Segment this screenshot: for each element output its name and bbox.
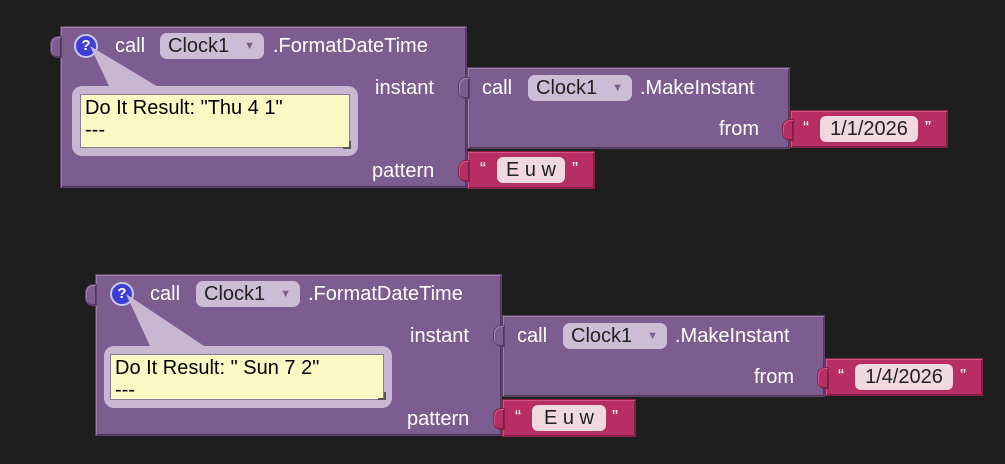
from-label: from: [719, 118, 759, 140]
component-dropdown[interactable]: Clock1 ▼: [563, 323, 667, 349]
output-plug: [493, 408, 505, 430]
method-label: .FormatDateTime: [273, 35, 428, 57]
open-quote: “: [480, 159, 486, 179]
output-plug: [493, 325, 505, 347]
open-quote: “: [803, 118, 809, 138]
close-quote: ”: [960, 366, 966, 386]
component-dropdown[interactable]: Clock1 ▼: [528, 75, 632, 101]
output-plug: [458, 160, 470, 182]
from-value[interactable]: 1/1/2026: [820, 116, 918, 142]
component-name: Clock1: [571, 325, 633, 347]
result-text: Do It Result: " Sun 7 2" ---: [110, 354, 384, 400]
call-label: call: [517, 325, 548, 347]
output-plug: [458, 77, 470, 99]
output-plug: [50, 36, 62, 58]
method-label: .MakeInstant: [640, 77, 755, 99]
close-quote: ”: [572, 159, 578, 179]
output-plug: [85, 284, 97, 306]
chevron-down-icon: ▼: [244, 40, 255, 52]
from-label: from: [754, 366, 794, 388]
method-label: .MakeInstant: [675, 325, 790, 347]
resize-handle[interactable]: [378, 392, 386, 400]
pattern-value[interactable]: E u w: [497, 157, 565, 183]
chevron-down-icon: ▼: [647, 330, 658, 342]
resize-handle[interactable]: [343, 141, 351, 149]
open-quote: “: [838, 366, 844, 386]
result-text: Do It Result: "Thu 4 1" ---: [80, 94, 350, 148]
output-plug: [782, 119, 794, 141]
instant-label: instant: [375, 77, 434, 99]
from-value[interactable]: 1/4/2026: [855, 364, 953, 390]
chevron-down-icon: ▼: [280, 288, 291, 300]
pattern-label: pattern: [372, 160, 435, 182]
pattern-label: pattern: [407, 408, 470, 430]
method-label: .FormatDateTime: [308, 283, 463, 305]
close-quote: ”: [612, 407, 618, 427]
component-name: Clock1: [536, 77, 598, 99]
pattern-value[interactable]: E u w: [532, 405, 606, 431]
output-plug: [817, 367, 829, 389]
call-label: call: [482, 77, 513, 99]
chevron-down-icon: ▼: [612, 82, 623, 94]
open-quote: “: [515, 407, 521, 427]
close-quote: ”: [925, 118, 931, 138]
bubble-tail: [90, 46, 160, 88]
instant-label: instant: [410, 325, 469, 347]
bubble-tail: [126, 294, 204, 346]
